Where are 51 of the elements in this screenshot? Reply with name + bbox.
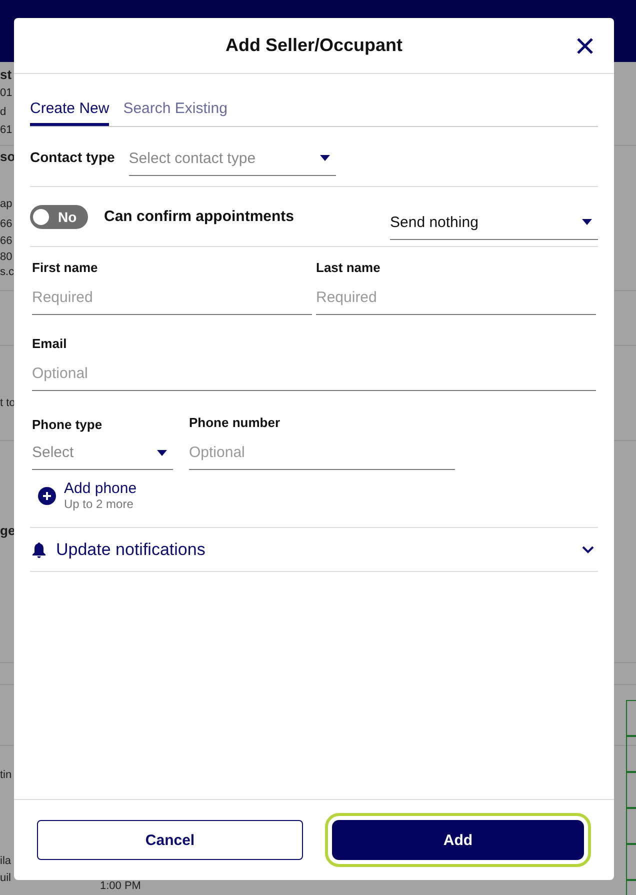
add-phone-link[interactable]: Add phone: [64, 480, 137, 497]
email-field[interactable]: Optional: [32, 365, 596, 391]
background-text: 80: [0, 250, 12, 264]
field-label: Contact type: [30, 148, 115, 164]
add-button[interactable]: Add: [325, 813, 591, 867]
close-icon: [576, 37, 594, 55]
background-text: d: [0, 105, 6, 119]
background-text: tin: [0, 768, 12, 782]
plus-circle-icon: [38, 486, 56, 504]
caret-icon: [582, 219, 592, 225]
background-text: 66: [0, 217, 12, 231]
field-label: Last name: [316, 260, 382, 275]
calendar-cell: [626, 700, 636, 736]
phone-field[interactable]: Optional: [189, 444, 455, 470]
phone-type-dropdown[interactable]: Select: [32, 444, 173, 470]
contact-type-dropdown[interactable]: Select contact type: [128, 150, 336, 176]
background-text: 66: [0, 234, 12, 248]
toggle-label: Can confirm appointments: [104, 208, 296, 225]
background-text: so: [0, 150, 16, 164]
field-label: First name: [32, 260, 99, 275]
background-text: 01: [0, 86, 12, 100]
toggle-switch[interactable]: No: [30, 204, 88, 228]
background-text: ila: [0, 854, 12, 868]
background-text: ge: [0, 524, 16, 538]
calendar-cell: [626, 772, 636, 808]
dialog-title: Add Seller/Occupant: [225, 35, 403, 56]
cancel-button[interactable]: Cancel: [37, 820, 303, 860]
field-label: Email: [32, 336, 68, 351]
text-field[interactable]: Required: [316, 289, 596, 315]
notifications-expander[interactable]: Update notifications: [30, 527, 598, 572]
calendar-cell: [626, 808, 636, 844]
close-button[interactable]: [576, 37, 594, 55]
background-text: s.c: [0, 265, 14, 279]
field-label: Phone type: [32, 417, 104, 432]
hint-text: Up to 2 more: [64, 497, 134, 511]
field-label: Phone number: [189, 415, 282, 430]
chevron-icon: [582, 546, 594, 554]
bell-icon: [32, 542, 46, 558]
calendar-cell: [626, 844, 636, 880]
tab[interactable]: Create New: [30, 100, 110, 126]
send-dropdown[interactable]: Send nothing: [390, 214, 598, 240]
calendar-cell: [626, 736, 636, 772]
background-text: 61: [0, 123, 12, 137]
text-field[interactable]: Required: [32, 289, 312, 315]
caret-icon: [157, 450, 167, 456]
background-text: st: [0, 68, 12, 82]
time-label: 1:00 PM: [100, 880, 141, 892]
background-text: ap: [0, 197, 12, 211]
caret-icon: [320, 155, 330, 161]
background-text: uil: [0, 871, 12, 885]
tab[interactable]: Search Existing: [123, 100, 228, 126]
